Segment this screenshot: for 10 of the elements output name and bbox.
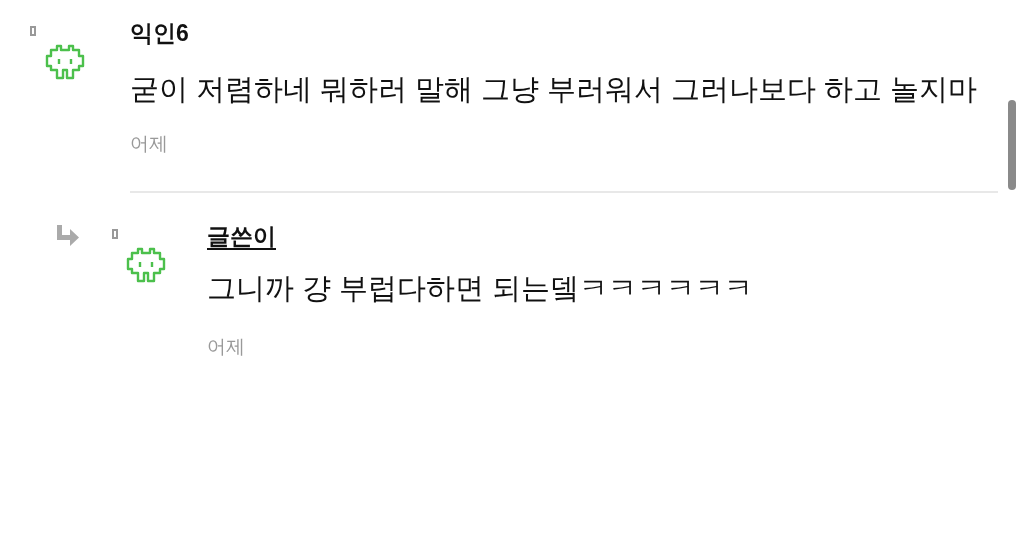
author-name: 글쓴이 <box>207 222 276 251</box>
scrollbar[interactable] <box>1008 100 1016 190</box>
reply-arrow-icon <box>55 224 79 247</box>
comment-text: 그니까 걍 부럽다하면 되는뎈ㅋㅋㅋㅋㅋㅋ <box>207 270 755 306</box>
author-name: 익인6 <box>130 20 189 48</box>
comment-time: 어제 <box>130 132 168 156</box>
marker-icon <box>30 26 36 36</box>
marker-icon <box>112 228 118 239</box>
comment-text: 굳이 저렴하네 뭐하러 말해 그냥 부러워서 그러나보다 하고 놀지마 <box>130 72 979 107</box>
comment-time: 어제 <box>207 334 245 359</box>
